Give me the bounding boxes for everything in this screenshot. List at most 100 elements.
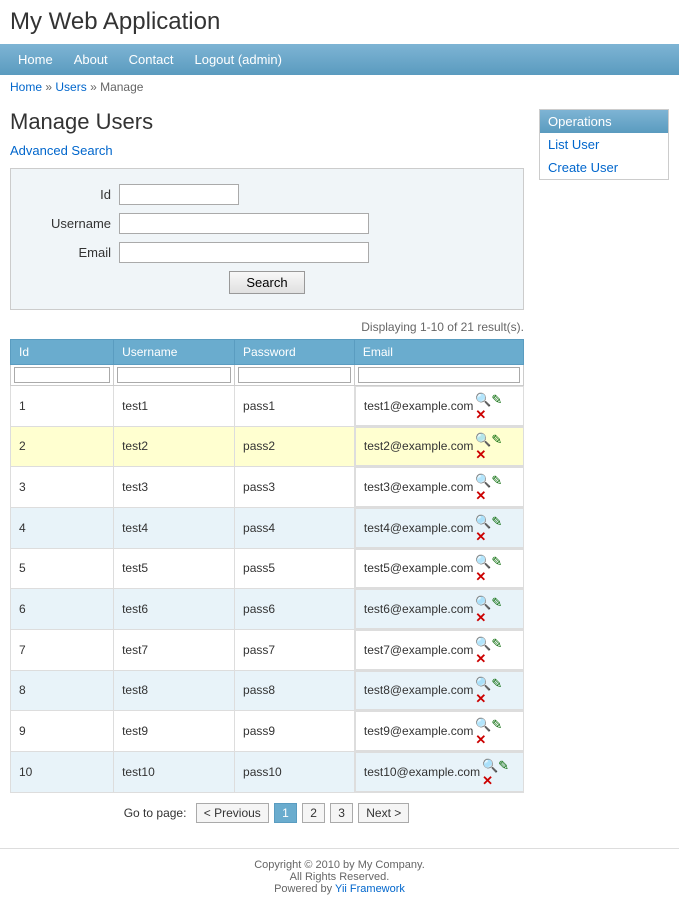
delete-icon[interactable]: ✕ bbox=[475, 488, 489, 502]
cell-email: test6@example.com🔍✎✕ bbox=[355, 589, 524, 629]
delete-icon[interactable]: ✕ bbox=[475, 651, 489, 665]
email-text: test9@example.com bbox=[364, 724, 474, 738]
id-label: Id bbox=[31, 187, 111, 202]
next-button[interactable]: Next > bbox=[358, 803, 409, 823]
edit-icon[interactable]: ✎ bbox=[498, 758, 512, 772]
cell-email: test2@example.com🔍✎✕ bbox=[355, 427, 524, 467]
cell-username: test3 bbox=[114, 467, 235, 508]
table-row: 10test10pass10test10@example.com🔍✎✕ bbox=[11, 751, 524, 792]
id-input[interactable] bbox=[119, 184, 239, 205]
delete-icon[interactable]: ✕ bbox=[475, 569, 489, 583]
footer-line2: All Rights Reserved. bbox=[10, 871, 669, 883]
edit-icon[interactable]: ✎ bbox=[491, 473, 505, 487]
edit-icon[interactable]: ✎ bbox=[491, 392, 505, 406]
email-input[interactable] bbox=[119, 242, 369, 263]
form-buttons: Search bbox=[31, 271, 503, 294]
nav-logout[interactable]: Logout (admin) bbox=[186, 49, 289, 70]
email-text: test4@example.com bbox=[364, 521, 474, 535]
view-icon[interactable]: 🔍 bbox=[475, 636, 489, 650]
yii-framework-link[interactable]: Yii Framework bbox=[335, 883, 405, 895]
edit-icon[interactable]: ✎ bbox=[491, 595, 505, 609]
main-layout: Manage Users Advanced Search Id Username… bbox=[0, 99, 679, 833]
view-icon[interactable]: 🔍 bbox=[475, 473, 489, 487]
cell-id: 5 bbox=[11, 548, 114, 589]
view-icon[interactable]: 🔍 bbox=[475, 595, 489, 609]
delete-icon[interactable]: ✕ bbox=[482, 773, 496, 787]
nav-home[interactable]: Home bbox=[10, 49, 61, 70]
username-label: Username bbox=[31, 216, 111, 231]
cell-email: test4@example.com🔍✎✕ bbox=[355, 508, 524, 548]
col-username[interactable]: Username bbox=[114, 340, 235, 365]
page-2-button[interactable]: 2 bbox=[302, 803, 325, 823]
view-icon[interactable]: 🔍 bbox=[482, 758, 496, 772]
edit-icon[interactable]: ✎ bbox=[491, 514, 505, 528]
view-icon[interactable]: 🔍 bbox=[475, 392, 489, 406]
delete-icon[interactable]: ✕ bbox=[475, 691, 489, 705]
delete-icon[interactable]: ✕ bbox=[475, 407, 489, 421]
email-row: Email bbox=[31, 242, 503, 263]
cell-username: test8 bbox=[114, 670, 235, 711]
cell-username: test4 bbox=[114, 507, 235, 548]
nav-about[interactable]: About bbox=[66, 49, 116, 70]
cell-email: test10@example.com🔍✎✕ bbox=[355, 752, 524, 792]
app-header: My Web Application bbox=[0, 0, 679, 44]
filter-username[interactable] bbox=[117, 367, 231, 383]
list-user-link[interactable]: List User bbox=[548, 137, 599, 152]
edit-icon[interactable]: ✎ bbox=[491, 432, 505, 446]
delete-icon[interactable]: ✕ bbox=[475, 529, 489, 543]
delete-icon[interactable]: ✕ bbox=[475, 447, 489, 461]
edit-icon[interactable]: ✎ bbox=[491, 676, 505, 690]
row-actions: 🔍✎✕ bbox=[473, 635, 514, 665]
cell-password: pass6 bbox=[235, 589, 355, 630]
page-1-button[interactable]: 1 bbox=[274, 803, 297, 823]
email-text: test10@example.com bbox=[364, 765, 480, 779]
filter-email[interactable] bbox=[358, 367, 520, 383]
delete-icon[interactable]: ✕ bbox=[475, 732, 489, 746]
email-text: test6@example.com bbox=[364, 602, 474, 616]
row-actions: 🔍✎✕ bbox=[473, 472, 514, 502]
view-icon[interactable]: 🔍 bbox=[475, 514, 489, 528]
edit-icon[interactable]: ✎ bbox=[491, 554, 505, 568]
cell-id: 4 bbox=[11, 507, 114, 548]
view-icon[interactable]: 🔍 bbox=[475, 717, 489, 731]
breadcrumb-home[interactable]: Home bbox=[10, 80, 42, 94]
breadcrumb-users[interactable]: Users bbox=[55, 80, 86, 94]
delete-icon[interactable]: ✕ bbox=[475, 610, 489, 624]
cell-password: pass3 bbox=[235, 467, 355, 508]
row-actions: 🔍✎✕ bbox=[473, 554, 514, 584]
create-user-link[interactable]: Create User bbox=[548, 160, 618, 175]
table-row: 4test4pass4test4@example.com🔍✎✕ bbox=[11, 507, 524, 548]
view-icon[interactable]: 🔍 bbox=[475, 432, 489, 446]
email-text: test5@example.com bbox=[364, 561, 474, 575]
cell-email: test8@example.com🔍✎✕ bbox=[355, 671, 524, 711]
cell-username: test2 bbox=[114, 426, 235, 467]
filter-id[interactable] bbox=[14, 367, 110, 383]
prev-button[interactable]: < Previous bbox=[196, 803, 269, 823]
email-text: test1@example.com bbox=[364, 399, 474, 413]
main-nav: Home About Contact Logout (admin) bbox=[0, 44, 679, 75]
edit-icon[interactable]: ✎ bbox=[491, 717, 505, 731]
cell-password: pass1 bbox=[235, 386, 355, 427]
cell-password: pass7 bbox=[235, 629, 355, 670]
page-3-button[interactable]: 3 bbox=[330, 803, 353, 823]
cell-password: pass8 bbox=[235, 670, 355, 711]
nav-contact[interactable]: Contact bbox=[121, 49, 182, 70]
cell-id: 6 bbox=[11, 589, 114, 630]
edit-icon[interactable]: ✎ bbox=[491, 636, 505, 650]
col-email[interactable]: Email bbox=[354, 340, 523, 365]
footer: Copyright © 2010 by My Company. All Righ… bbox=[0, 848, 679, 905]
email-text: test8@example.com bbox=[364, 683, 474, 697]
filter-password[interactable] bbox=[238, 367, 351, 383]
search-button[interactable]: Search bbox=[229, 271, 304, 294]
col-password[interactable]: Password bbox=[235, 340, 355, 365]
view-icon[interactable]: 🔍 bbox=[475, 676, 489, 690]
app-title: My Web Application bbox=[10, 8, 669, 36]
data-table: Id Username Password Email 1test1pass1te… bbox=[10, 339, 524, 793]
advanced-search-link[interactable]: Advanced Search bbox=[10, 143, 113, 158]
table-row: 9test9pass9test9@example.com🔍✎✕ bbox=[11, 711, 524, 752]
operations-title: Operations bbox=[540, 110, 668, 133]
cell-id: 8 bbox=[11, 670, 114, 711]
view-icon[interactable]: 🔍 bbox=[475, 554, 489, 568]
col-id[interactable]: Id bbox=[11, 340, 114, 365]
username-input[interactable] bbox=[119, 213, 369, 234]
